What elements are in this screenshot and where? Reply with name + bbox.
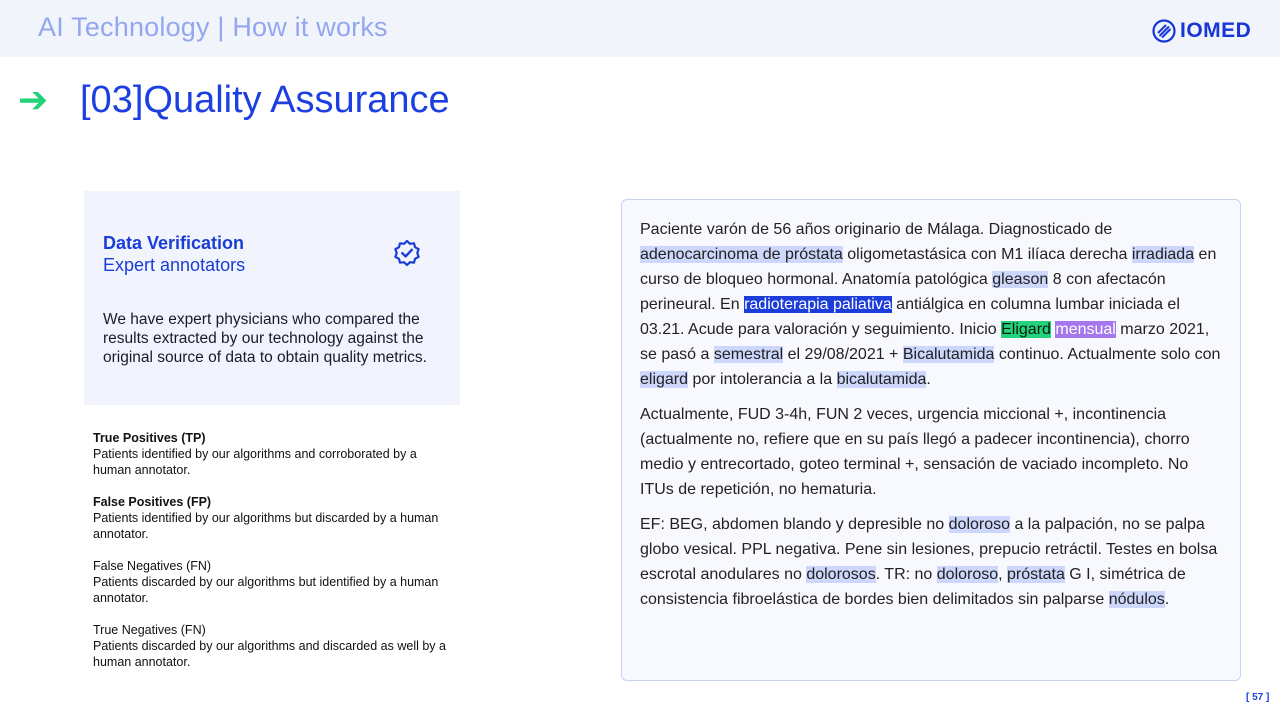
definition-fn: False Negatives (FN) Patients discarded … — [93, 558, 453, 606]
clinical-paragraph-3: EF: BEG, abdomen blando y depresible no … — [640, 516, 1218, 608]
clinical-note-panel: Paciente varón de 56 años originario de … — [621, 199, 1241, 681]
iomed-logo: IOMED — [1152, 18, 1251, 44]
highlighted-entity: Eligard — [1001, 321, 1051, 338]
highlighted-entity: semestral — [713, 346, 784, 363]
highlighted-entity: radioterapia paliativa — [744, 296, 892, 313]
arrow-right-icon: ➔ — [18, 79, 49, 120]
definition-description: Patients discarded by our algorithms and… — [93, 639, 446, 669]
page-number: [ 57 ] — [1246, 692, 1270, 703]
highlighted-entity: bicalutamida — [836, 371, 927, 388]
card-heading: Data Verification — [103, 233, 245, 253]
highlighted-entity: dolorosos — [806, 566, 876, 583]
definition-term: True Positives (TP) — [93, 431, 206, 445]
highlighted-entity: próstata — [1007, 566, 1065, 583]
highlighted-entity: Bicalutamida — [902, 346, 995, 363]
highlighted-entity: doloroso — [936, 566, 999, 583]
header-title: AI Technology | How it works — [38, 12, 388, 42]
definition-term: False Negatives (FN) — [93, 559, 212, 573]
definition-tn: True Negatives (FN) Patients discarded b… — [93, 622, 453, 670]
definition-term: False Positives (FP) — [93, 495, 212, 509]
definition-tp: True Positives (TP) Patients identified … — [93, 430, 453, 478]
highlighted-entity: gleason — [992, 271, 1049, 288]
highlighted-entity: adenocarcinoma de próstata — [640, 246, 843, 263]
definition-fp: False Positives (FP) Patients identified… — [93, 494, 453, 542]
metric-definitions: True Positives (TP) Patients identified … — [93, 430, 453, 686]
verified-badge-icon — [394, 239, 420, 267]
definition-term: True Negatives (FN) — [93, 623, 206, 637]
definition-description: Patients identified by our algorithms bu… — [93, 511, 439, 541]
definition-description: Patients discarded by our algorithms but… — [93, 575, 439, 605]
highlighted-entity: mensual — [1055, 321, 1116, 338]
highlighted-entity: irradiada — [1131, 246, 1195, 263]
card-subheading: Expert annotators — [103, 255, 246, 275]
highlighted-entity: doloroso — [948, 516, 1011, 533]
logo-text: IOMED — [1180, 19, 1252, 42]
highlighted-entity: eligard — [640, 371, 689, 388]
section-title: [03]Quality Assurance — [80, 79, 450, 121]
clinical-paragraph-1: Paciente varón de 56 años originario de … — [640, 221, 1221, 388]
card-body-text: We have expert physicians who compared t… — [103, 311, 427, 366]
clinical-paragraph-2: Actualmente, FUD 3-4h, FUN 2 veces, urge… — [640, 406, 1190, 498]
iomed-logo-icon — [1152, 19, 1176, 43]
header-bar: AI Technology | How it works IOMED — [0, 0, 1280, 57]
data-verification-card: Data Verification Expert annotators We h… — [84, 191, 460, 405]
highlighted-entity: nódulos — [1108, 591, 1165, 608]
definition-description: Patients identified by our algorithms an… — [93, 447, 417, 477]
